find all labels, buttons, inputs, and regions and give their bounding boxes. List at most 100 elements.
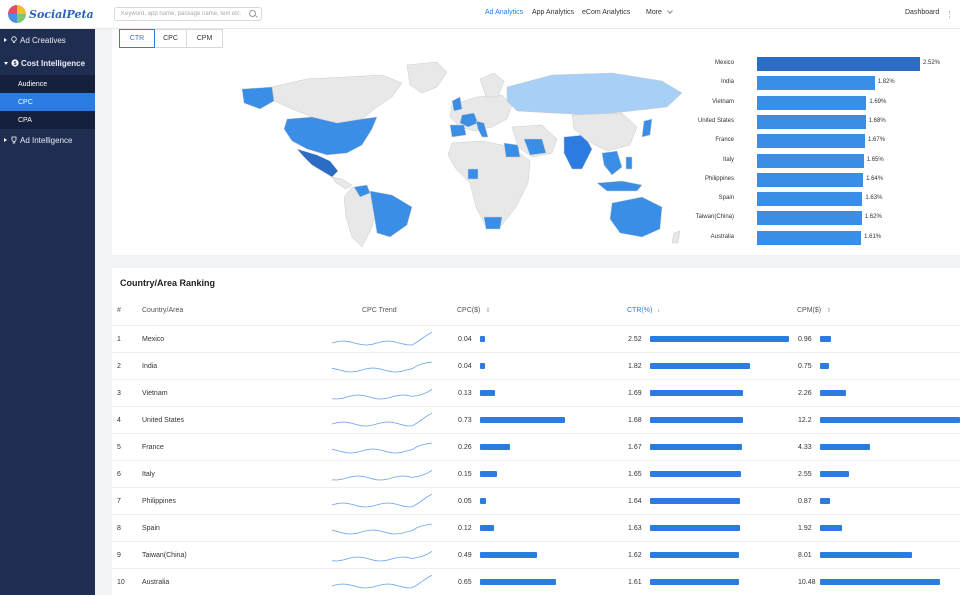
sidebar-item-label: Ad Intelligence <box>20 135 73 145</box>
cpm-bar <box>820 417 960 423</box>
col-header-cpc-label: CPC($) <box>457 307 481 314</box>
col-header-cpc[interactable]: CPC($) ⇕ <box>457 307 490 314</box>
ranking-bar[interactable] <box>757 134 866 149</box>
cpc-bar <box>480 552 538 558</box>
cpm-bar <box>820 390 846 396</box>
ranking-bar-value: 1.69% <box>869 98 887 105</box>
ranking-bar-label: Taiwan(China) <box>695 214 734 221</box>
world-map[interactable] <box>212 57 692 247</box>
ranking-bar[interactable] <box>757 114 866 129</box>
more-vertical-icon[interactable] <box>949 11 950 19</box>
ranking-bar-label: France <box>715 137 734 144</box>
sidebar-sub-audience[interactable]: Audience <box>0 75 95 93</box>
logo[interactable]: SocialPeta <box>8 4 94 24</box>
cpc-bar <box>480 417 565 423</box>
map-region-australia <box>609 196 663 238</box>
ranking-bar[interactable] <box>757 172 864 187</box>
ranking-bar-row[interactable]: France 1.67% <box>692 134 960 149</box>
ctr-value: 1.69 <box>628 390 642 397</box>
ranking-bar-label: Spain <box>718 195 734 202</box>
cpc-trend-sparkline <box>332 551 432 562</box>
caret-right-icon <box>4 38 7 42</box>
nav-ad-analytics[interactable]: Ad Analytics <box>485 9 523 16</box>
search-box[interactable] <box>114 7 262 21</box>
country-cell: Vietnam <box>142 390 168 397</box>
cpm-value: 12.2 <box>798 417 812 424</box>
nav-ecom-analytics[interactable]: eCom Analytics <box>582 9 630 16</box>
col-header-ctr[interactable]: CTR(%) ↓ <box>627 307 660 314</box>
table-row[interactable]: 7 Philippines 0.05 1.64 0.87 <box>112 488 960 515</box>
tab-cpm[interactable]: CPM <box>187 29 223 48</box>
map-region-canada <box>271 74 403 124</box>
col-header-ctr-label: CTR(%) <box>627 307 653 314</box>
sidebar-item-cost-intelligence[interactable]: $ Cost Intelligence <box>0 51 95 75</box>
cpc-trend-sparkline <box>332 361 432 373</box>
table-row[interactable]: 8 Spain 0.12 1.63 1.92 <box>112 515 960 542</box>
cpc-trend-sparkline <box>332 470 432 481</box>
ranking-bar-row[interactable]: Taiwan(China) 1.62% <box>692 211 960 226</box>
ranking-bar-row[interactable]: Mexico 2.52% <box>692 57 960 71</box>
cpm-value: 10.48 <box>798 579 816 586</box>
nav-more[interactable]: More <box>646 8 673 16</box>
table-row[interactable]: 4 United States 0.73 1.68 12.2 <box>112 407 960 434</box>
ranking-bar-value: 1.62% <box>864 214 882 221</box>
sparkline-path <box>332 574 432 589</box>
sidebar-item-ad-creatives[interactable]: Ad Creatives <box>0 29 95 51</box>
table-row[interactable]: 5 France 0.26 1.67 4.33 <box>112 434 960 461</box>
rank-cell: 4 <box>117 417 121 424</box>
rank-cell: 1 <box>117 336 121 343</box>
sidebar-sub-cpa[interactable]: CPA <box>0 111 95 129</box>
ranking-bar-row[interactable]: Philippines 1.64% <box>692 172 960 187</box>
ranking-bar-row[interactable]: Vietnam 1.69% <box>692 95 960 110</box>
sparkline-path <box>332 389 432 400</box>
nav-dashboard[interactable]: Dashboard <box>905 9 939 16</box>
sidebar-sub-cpc[interactable]: CPC <box>0 93 95 111</box>
sparkline-path <box>332 470 432 481</box>
trophy-icon <box>11 136 17 144</box>
cpm-value: 0.87 <box>798 498 812 505</box>
dollar-icon: $ <box>11 59 19 67</box>
table-row[interactable]: 2 India 0.04 1.82 0.75 <box>112 353 960 380</box>
sidebar-item-ad-intelligence[interactable]: Ad Intelligence <box>0 129 95 151</box>
ranking-bar-row[interactable]: Spain 1.63% <box>692 192 960 207</box>
ranking-bar-label: Vietnam <box>712 98 734 105</box>
ctr-value: 2.52 <box>628 336 642 343</box>
table-row[interactable]: 9 Taiwan(China) 0.49 1.62 8.01 <box>112 542 960 569</box>
ranking-bar-row[interactable]: India 1.82% <box>692 76 960 91</box>
ranking-bar[interactable] <box>757 192 863 207</box>
ranking-bar-row[interactable]: Italy 1.65% <box>692 153 960 168</box>
table-row[interactable]: 3 Vietnam 0.13 1.69 2.26 <box>112 380 960 407</box>
map-region-japan <box>641 118 653 138</box>
search-icon[interactable] <box>249 10 256 17</box>
ranking-bar[interactable] <box>757 76 875 91</box>
nav-app-analytics[interactable]: App Analytics <box>532 9 574 16</box>
rank-cell: 3 <box>117 390 121 397</box>
cpm-value: 8.01 <box>798 552 812 559</box>
map-region-spain <box>449 124 467 138</box>
ranking-bar[interactable] <box>757 230 862 245</box>
tab-cpc[interactable]: CPC <box>155 29 187 48</box>
ranking-bar-row[interactable]: United States 1.68% <box>692 114 960 129</box>
ranking-bar-value: 1.64% <box>866 175 884 182</box>
ctr-value: 1.67 <box>628 444 642 451</box>
cpc-bar <box>480 363 485 369</box>
cpc-value: 0.04 <box>458 336 472 343</box>
ranking-bar[interactable] <box>757 153 864 168</box>
country-cell: Australia <box>142 579 170 586</box>
cpm-bar <box>820 498 830 504</box>
col-header-cpm[interactable]: CPM($) ⇕ <box>797 307 831 314</box>
search-input[interactable] <box>115 8 243 20</box>
table-row[interactable]: 10 Australia 0.65 1.61 10.48 <box>112 569 960 595</box>
ranking-bar[interactable] <box>757 95 867 110</box>
table-row[interactable]: 6 Italy 0.15 1.65 2.55 <box>112 461 960 488</box>
ranking-bar[interactable] <box>757 57 920 71</box>
ranking-bar-row[interactable]: Australia 1.61% <box>692 230 960 245</box>
cpm-value: 2.55 <box>798 471 812 478</box>
ctr-bar <box>650 498 741 504</box>
rank-cell: 6 <box>117 471 121 478</box>
table-row[interactable]: 1 Mexico 0.04 2.52 0.96 <box>112 326 960 353</box>
ranking-bar[interactable] <box>757 211 862 226</box>
ranking-bar-label: Italy <box>722 156 734 163</box>
tab-ctr[interactable]: CTR <box>119 29 155 48</box>
nav-more-label: More <box>646 9 662 16</box>
